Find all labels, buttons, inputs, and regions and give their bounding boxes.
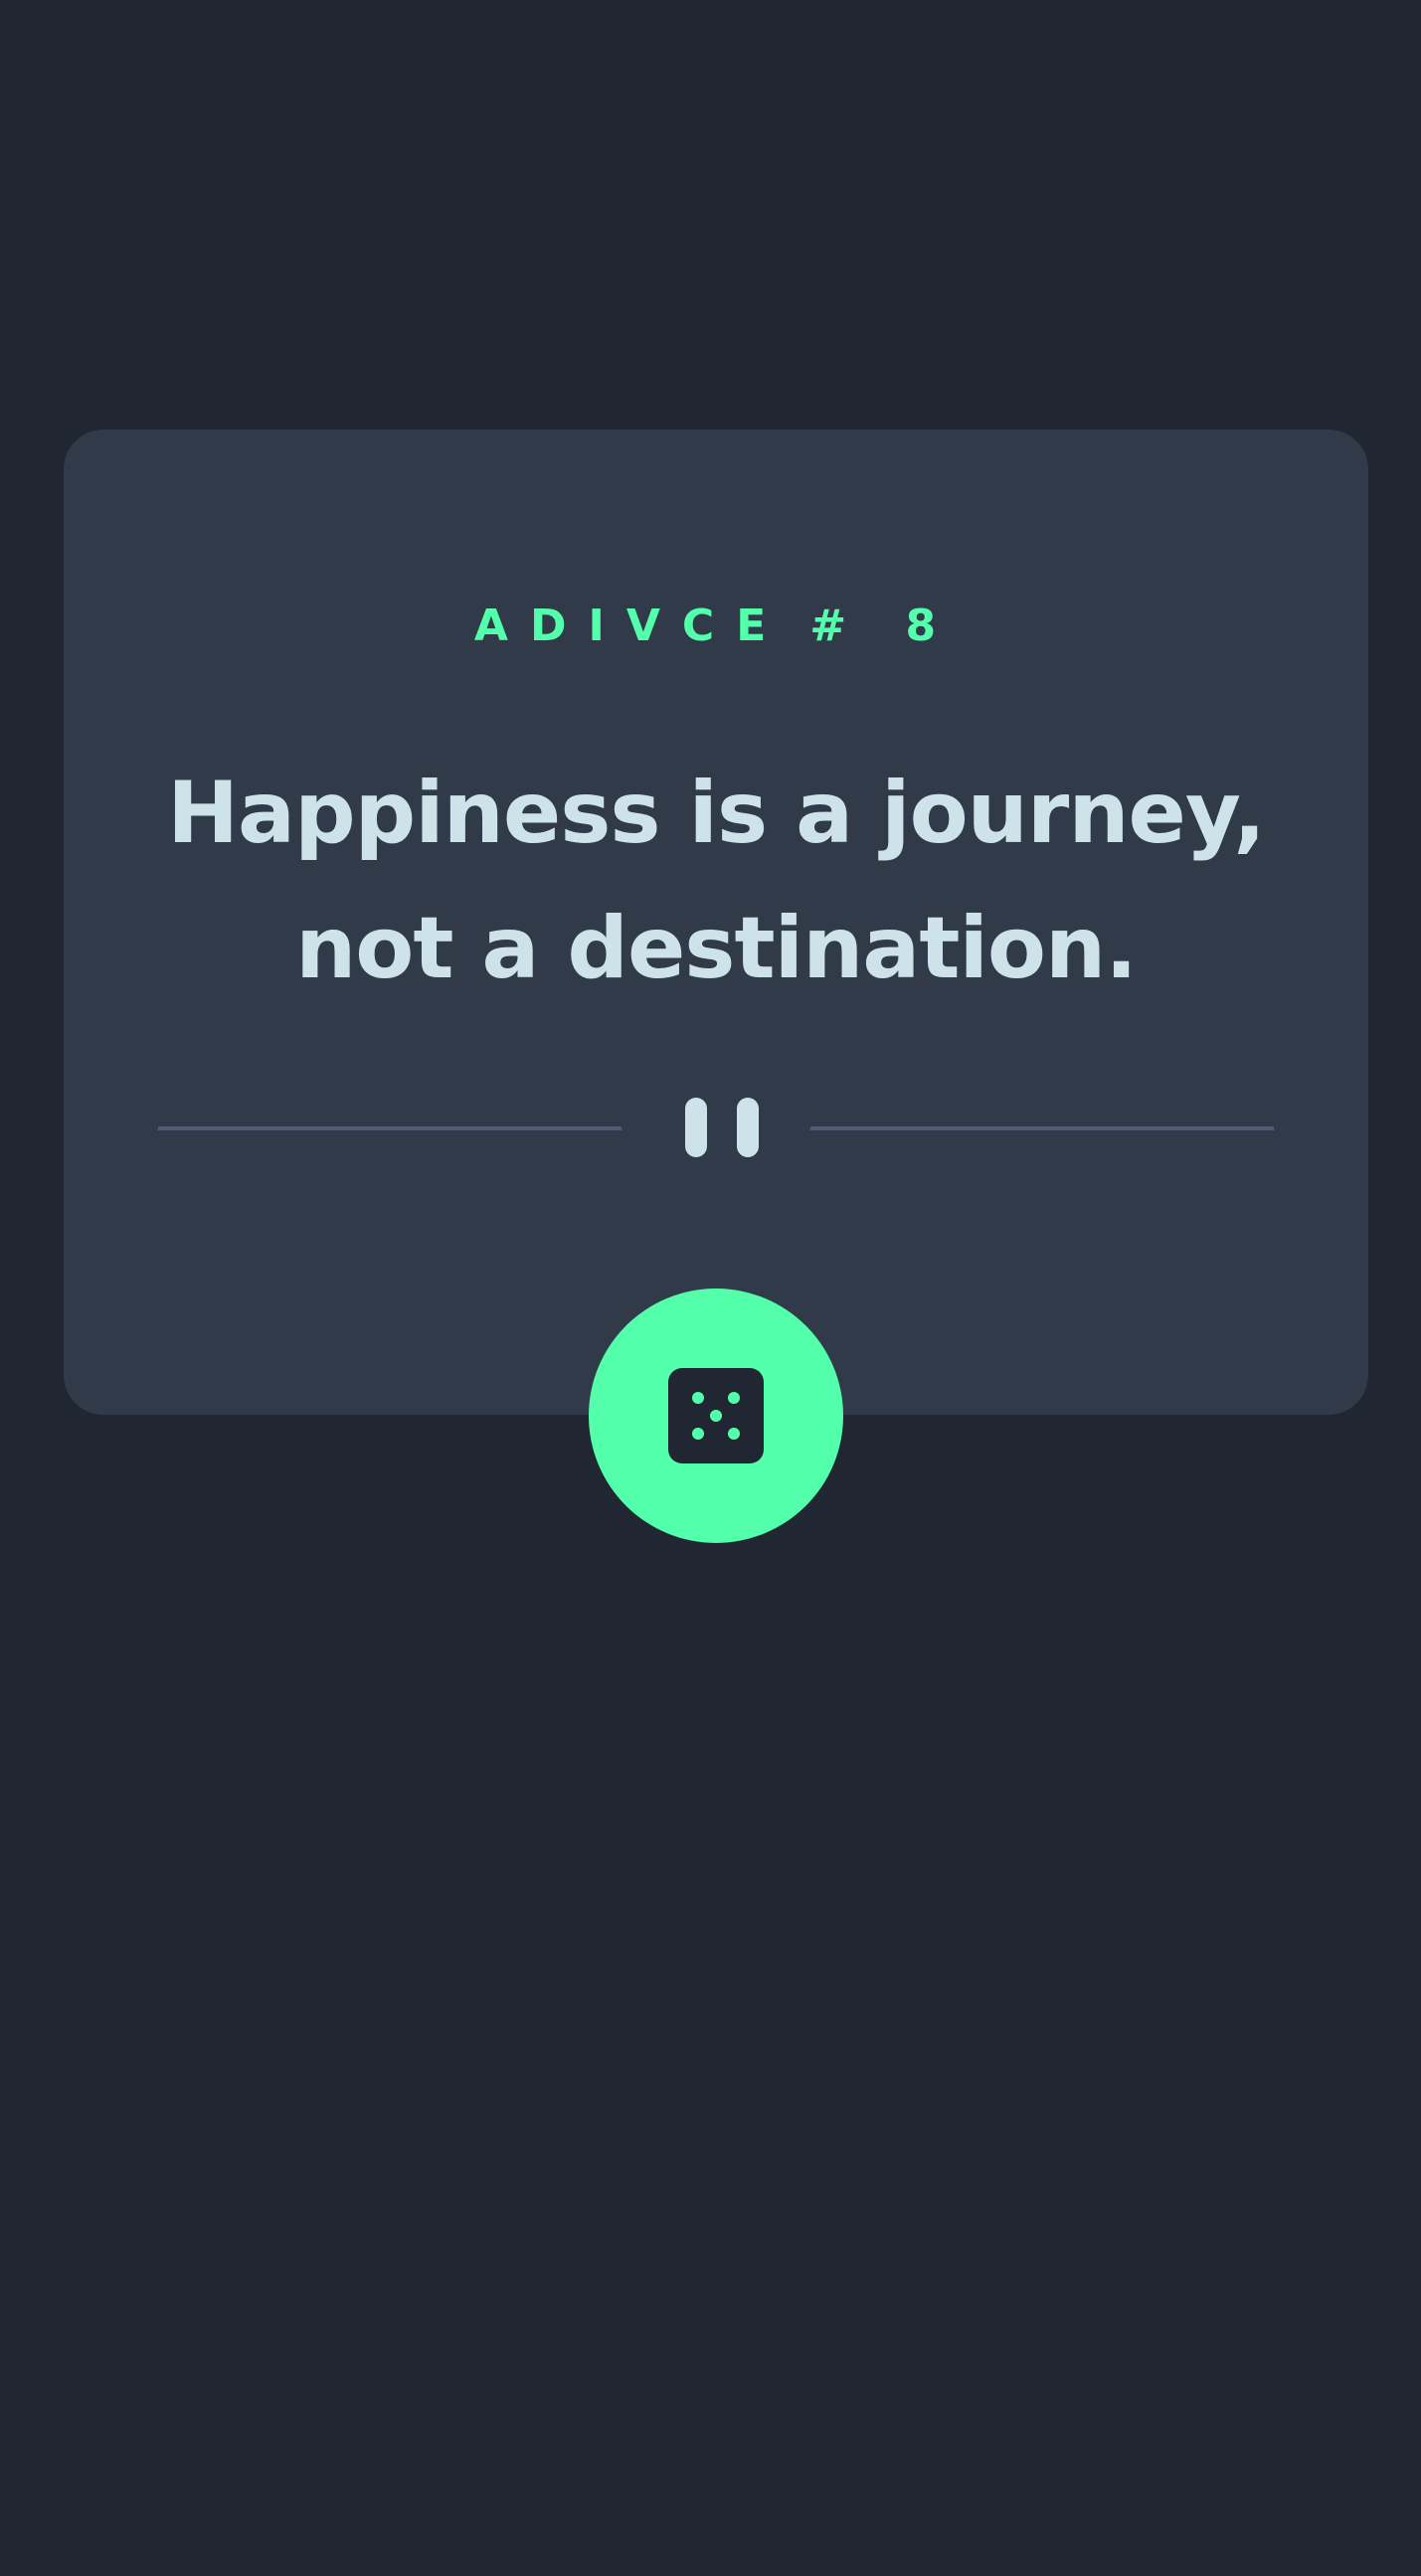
divider-line-right: [810, 1126, 1274, 1130]
advice-id-label: ADIVCE # 8: [64, 601, 1368, 653]
new-advice-button[interactable]: [589, 1288, 843, 1543]
pause-icon: [677, 1098, 759, 1157]
advice-quote-line-2: not a destination.: [295, 899, 1138, 998]
advice-label-prefix: ADIVCE: [473, 601, 789, 651]
advice-label-number: # 8: [809, 601, 959, 651]
pattern-divider: [158, 1098, 1274, 1157]
advice-quote-line-1: Happiness is a journey,: [167, 764, 1266, 863]
advice-quote: Happiness is a journey, not a destinatio…: [153, 746, 1279, 1016]
advice-card: ADIVCE # 8 Happiness is a journey, not a …: [64, 429, 1368, 1415]
pause-bar-left: [685, 1098, 707, 1157]
divider-line-left: [158, 1126, 622, 1130]
dice-icon: [668, 1368, 764, 1463]
pause-bar-right: [737, 1098, 759, 1157]
